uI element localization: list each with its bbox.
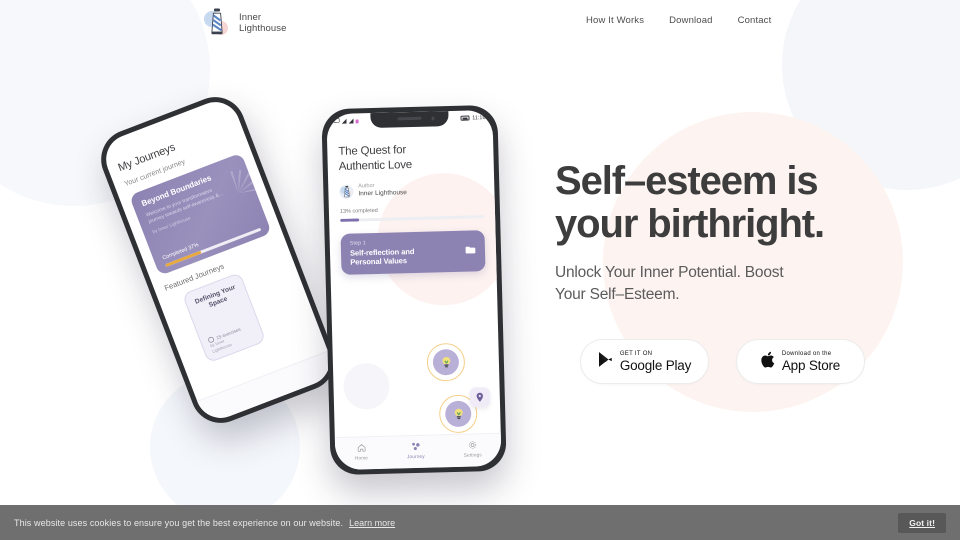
author-row: Author Inner Lighthouse xyxy=(339,180,483,199)
signal-icon xyxy=(341,119,346,124)
brand-logo[interactable]: Inner Lighthouse xyxy=(204,8,286,38)
lightbulb-icon xyxy=(454,408,463,419)
author-name: Inner Lighthouse xyxy=(358,189,407,198)
wifi-icon xyxy=(348,119,353,124)
cookie-message: This website uses cookies to ensure you … xyxy=(14,517,344,528)
hero-subtitle: Unlock Your Inner Potential. Boost Your … xyxy=(555,264,784,303)
journey-dots-icon xyxy=(410,441,420,452)
cookie-learn-more-link[interactable]: Learn more xyxy=(349,518,395,528)
step-card[interactable]: Step 1 Self-reflection and Personal Valu… xyxy=(340,229,486,275)
tab-settings[interactable]: Settings xyxy=(463,440,482,458)
phone-front-screen: 11:16 The Quest for Authentic Love Autho… xyxy=(326,109,502,471)
app-store-bottom-label: App Store xyxy=(781,357,841,373)
hero-section: Self–esteem is your birthright. Unlock Y… xyxy=(555,160,905,306)
brand-name: Inner Lighthouse xyxy=(239,11,287,35)
nav-item-download[interactable]: Download xyxy=(669,15,712,26)
featured-journey-card[interactable]: Defining Your Space 15 exercises by Inne… xyxy=(181,272,267,364)
nav-item-contact[interactable]: Contact xyxy=(738,15,772,26)
quest-title: The Quest for Authentic Love xyxy=(338,144,413,173)
app-store-top-label: Download on the xyxy=(781,350,832,357)
featured-journey-title: Defining Your Space xyxy=(194,283,237,310)
phone-mockup-front: 11:16 The Quest for Authentic Love Autho… xyxy=(321,104,507,476)
hero-title: Self–esteem is your birthright. xyxy=(555,159,825,246)
notification-dot-icon xyxy=(355,118,359,123)
cookie-accept-button[interactable]: Got it! xyxy=(898,512,946,533)
tab-home[interactable]: Home xyxy=(354,443,368,461)
quest-progress-bar xyxy=(340,214,485,222)
store-badges: GET IT ON Google Play Download on the Ap… xyxy=(580,339,865,384)
quest-progress-label: 13% completed xyxy=(339,207,378,215)
location-pin-icon xyxy=(476,392,483,402)
main-navigation: How It Works Download Contact xyxy=(586,15,771,26)
apple-icon xyxy=(761,351,775,373)
author-avatar xyxy=(339,184,354,199)
lighthouse-icon xyxy=(204,8,232,38)
message-icon xyxy=(333,118,340,125)
google-play-button[interactable]: GET IT ON Google Play xyxy=(580,339,709,384)
step-eyebrow: Step 1 xyxy=(349,239,367,247)
status-time: 11:16 xyxy=(472,114,486,121)
gear-icon xyxy=(468,440,477,451)
lightbulb-icon xyxy=(441,356,450,367)
nav-item-how-it-works[interactable]: How It Works xyxy=(586,15,644,26)
phone-mockup-back: My Journeys Your current journey Beyond … xyxy=(92,88,344,432)
google-play-top-label: GET IT ON xyxy=(619,350,653,357)
home-icon xyxy=(357,443,366,454)
google-play-icon xyxy=(598,351,613,373)
folder-icon xyxy=(465,242,476,260)
step-title: Self-reflection and Personal Values xyxy=(349,246,415,268)
phone-back-screen: My Journeys Your current journey Beyond … xyxy=(98,94,338,426)
google-play-bottom-label: Google Play xyxy=(619,357,692,373)
cookie-consent-banner: This website uses cookies to ensure you … xyxy=(0,505,960,540)
site-header: Inner Lighthouse How It Works Download C… xyxy=(0,0,960,46)
battery-icon xyxy=(460,115,470,121)
location-pin-badge[interactable] xyxy=(469,387,491,408)
tab-journey[interactable]: Journey xyxy=(407,441,425,460)
phone-front-tabbar: Home Journey Settings xyxy=(334,432,502,471)
phone-mockups: My Journeys Your current journey Beyond … xyxy=(0,0,560,500)
journey-nodes xyxy=(332,342,500,441)
app-store-button[interactable]: Download on the App Store xyxy=(736,339,865,384)
